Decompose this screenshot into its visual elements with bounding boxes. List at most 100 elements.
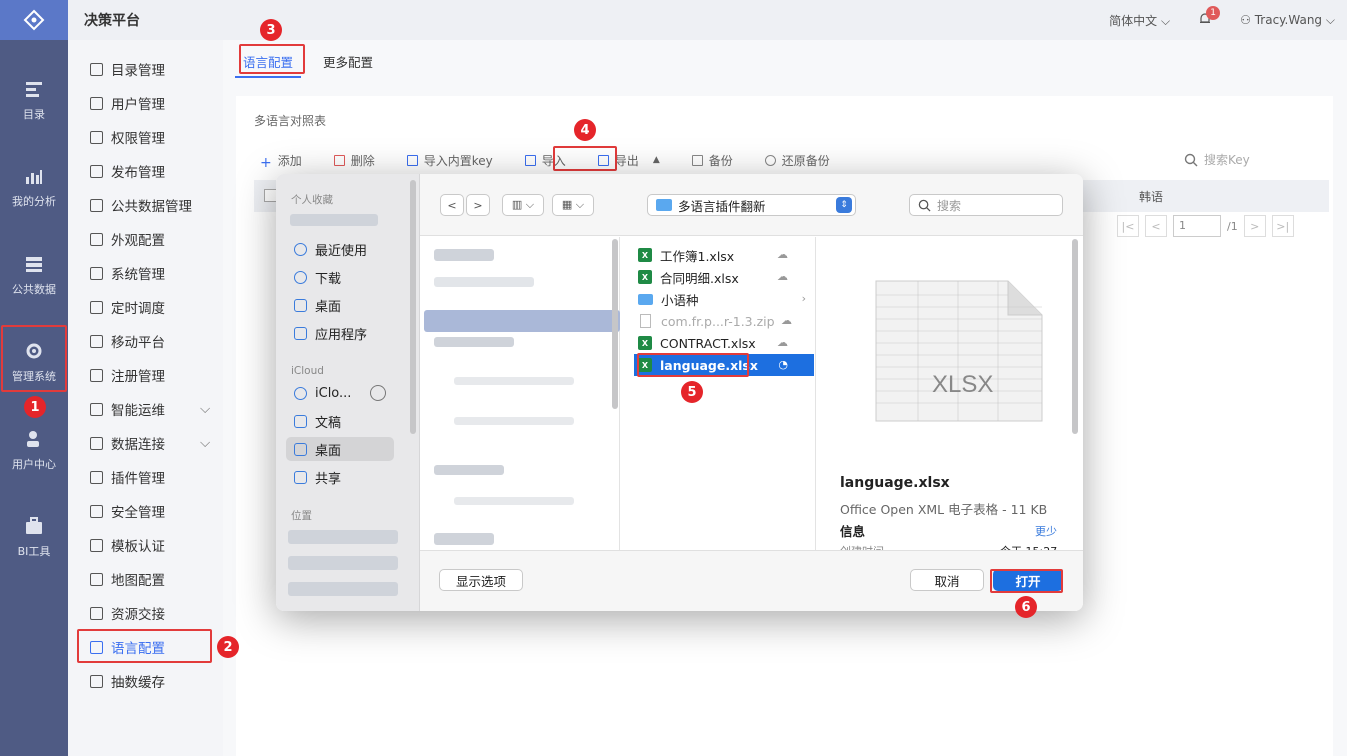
- forward-button[interactable]: >: [466, 194, 490, 216]
- cloud-icon: ☁: [777, 336, 788, 349]
- notification-bell[interactable]: 1: [1198, 5, 1221, 29]
- page-input[interactable]: 1: [1173, 215, 1221, 237]
- sidebar-item-desktop[interactable]: 桌面: [286, 293, 394, 317]
- cloud-icon: ☁: [781, 314, 792, 327]
- restore-backup-button[interactable]: 还原备份: [764, 152, 830, 168]
- next-page-button[interactable]: >: [1243, 215, 1266, 237]
- preview-scrollbar[interactable]: [1072, 239, 1078, 434]
- tab-more-config[interactable]: 更多配置: [315, 44, 381, 78]
- menu-item-extract-cache[interactable]: 抽数缓存: [90, 670, 165, 692]
- rail-item-catalog[interactable]: 目录: [0, 66, 68, 136]
- sidebar-item-documents[interactable]: 文稿: [286, 409, 394, 433]
- folder-item[interactable]: 小语种 ›: [638, 288, 814, 310]
- last-page-button[interactable]: >|: [1271, 215, 1294, 237]
- menu-item-appearance[interactable]: 外观配置: [90, 228, 165, 250]
- search-key-input[interactable]: 搜索Key: [1184, 151, 1250, 168]
- menu-item-label: 插件管理: [111, 471, 165, 487]
- prev-page-button[interactable]: <: [1145, 215, 1167, 237]
- sidebar-item-icloud-drive[interactable]: iClo...: [286, 381, 394, 405]
- menu-item-data-connection[interactable]: 数据连接 ⌵: [90, 432, 210, 454]
- menu-item-registration[interactable]: 注册管理: [90, 364, 165, 386]
- backup-button[interactable]: 备份: [691, 152, 733, 168]
- file-item[interactable]: com.fr.p...r-1.3.zip ☁: [638, 310, 814, 332]
- file-item[interactable]: X CONTRACT.xlsx ☁: [638, 332, 814, 354]
- cancel-button[interactable]: 取消: [910, 569, 984, 591]
- restore-icon: [764, 154, 776, 166]
- folder-icon: [656, 199, 672, 211]
- path-label: 多语言插件翻新: [678, 198, 766, 214]
- cloud-icon: ☁: [777, 248, 788, 261]
- preview-file-kind: Office Open XML 电子表格 - 11 KB: [840, 502, 1048, 517]
- menu-item-ops[interactable]: 智能运维 ⌵: [90, 398, 210, 420]
- rail-item-user-center[interactable]: 用户中心: [0, 416, 68, 486]
- import-builtin-key-button[interactable]: 导入内置key: [406, 152, 493, 168]
- blurred-item: [434, 533, 494, 545]
- menu-item-schedule[interactable]: 定时调度: [90, 296, 165, 318]
- sidebar-item-downloads[interactable]: 下载: [286, 265, 394, 289]
- puzzle-icon: [90, 470, 103, 484]
- menu-item-users[interactable]: 用户管理: [90, 92, 165, 114]
- file-item[interactable]: X 工作簿1.xlsx ☁: [638, 244, 814, 266]
- add-button[interactable]: + 添加: [260, 152, 302, 171]
- shield-icon: [90, 504, 103, 518]
- user-menu[interactable]: ⚇ Tracy.Wang ⌵: [1240, 13, 1335, 28]
- menu-item-public-data[interactable]: 公共数据管理: [90, 194, 192, 216]
- app-title: 决策平台: [84, 13, 140, 29]
- handover-icon: [90, 606, 103, 620]
- menu-item-label: 目录管理: [111, 63, 165, 79]
- show-options-button[interactable]: 显示选项: [439, 569, 523, 591]
- menu-item-label: 注册管理: [111, 369, 165, 385]
- sidebar-item-icloud-desktop[interactable]: 桌面: [286, 437, 394, 461]
- menu-item-label: 系统管理: [111, 267, 165, 283]
- sidebar-scrollbar[interactable]: [410, 180, 416, 434]
- ops-icon: [90, 402, 103, 416]
- back-button[interactable]: <: [440, 194, 464, 216]
- rail-item-bi-tools[interactable]: BI工具: [0, 503, 68, 573]
- file-item[interactable]: X 合同明细.xlsx ☁: [638, 266, 814, 288]
- dialog-search-input[interactable]: 搜索: [909, 194, 1063, 216]
- clock-icon: [90, 300, 103, 314]
- menu-item-security[interactable]: 安全管理: [90, 500, 165, 522]
- sidebar-item-shared[interactable]: 共享: [286, 465, 394, 489]
- blurred-item: [288, 556, 398, 570]
- logo-icon: [23, 9, 45, 31]
- desktop-icon: [294, 442, 307, 456]
- menu-item-catalog[interactable]: 目录管理: [90, 58, 165, 80]
- sidebar-item-label: 应用程序: [315, 327, 368, 343]
- menu-item-system[interactable]: 系统管理: [90, 262, 165, 284]
- menu-item-mobile[interactable]: 移动平台: [90, 330, 165, 352]
- list-icon: [26, 82, 42, 97]
- callout-4: 4: [574, 119, 596, 141]
- import-builtin-label: 导入内置key: [423, 153, 493, 168]
- menu-item-handover[interactable]: 资源交接: [90, 602, 165, 624]
- path-selector[interactable]: 多语言插件翻新 ⇕: [647, 194, 856, 216]
- language-selector[interactable]: 简体中文 ⌵: [1109, 12, 1170, 29]
- menu-item-permissions[interactable]: 权限管理: [90, 126, 165, 148]
- show-less-link[interactable]: 更少: [1035, 523, 1057, 539]
- menu-item-map[interactable]: 地图配置: [90, 568, 165, 590]
- menu-item-label: 数据连接: [111, 437, 165, 453]
- view-grid-button[interactable]: ▦ ⌵: [552, 194, 594, 216]
- view-columns-button[interactable]: ▥ ⌵: [502, 194, 544, 216]
- progress-icon: [370, 385, 386, 401]
- sidebar-item-applications[interactable]: 应用程序: [286, 321, 394, 345]
- rail-item-label: 用户中心: [12, 458, 56, 471]
- notification-badge: 1: [1206, 5, 1221, 20]
- sidebar-item-label: 共享: [315, 471, 342, 487]
- delete-button[interactable]: 删除: [333, 152, 375, 168]
- sidebar-item-recents[interactable]: 最近使用: [286, 237, 394, 261]
- menu-item-template-auth[interactable]: 模板认证: [90, 534, 165, 556]
- file-name: 工作簿1.xlsx: [660, 248, 735, 264]
- first-page-button[interactable]: |<: [1117, 215, 1139, 237]
- rail-item-my-analysis[interactable]: 我的分析: [0, 153, 68, 223]
- caret-up-icon: ▲: [652, 155, 660, 165]
- menu-item-label: 智能运维: [111, 403, 165, 419]
- highlight-tab-language: [239, 44, 305, 74]
- app-logo[interactable]: [0, 0, 68, 40]
- rail-item-public-data[interactable]: 公共数据: [0, 241, 68, 311]
- menu-item-publish[interactable]: 发布管理: [90, 160, 165, 182]
- blurred-item: [454, 497, 574, 505]
- column-scrollbar[interactable]: [612, 239, 618, 409]
- menu-item-plugins[interactable]: 插件管理: [90, 466, 165, 488]
- restore-label: 还原备份: [781, 153, 830, 168]
